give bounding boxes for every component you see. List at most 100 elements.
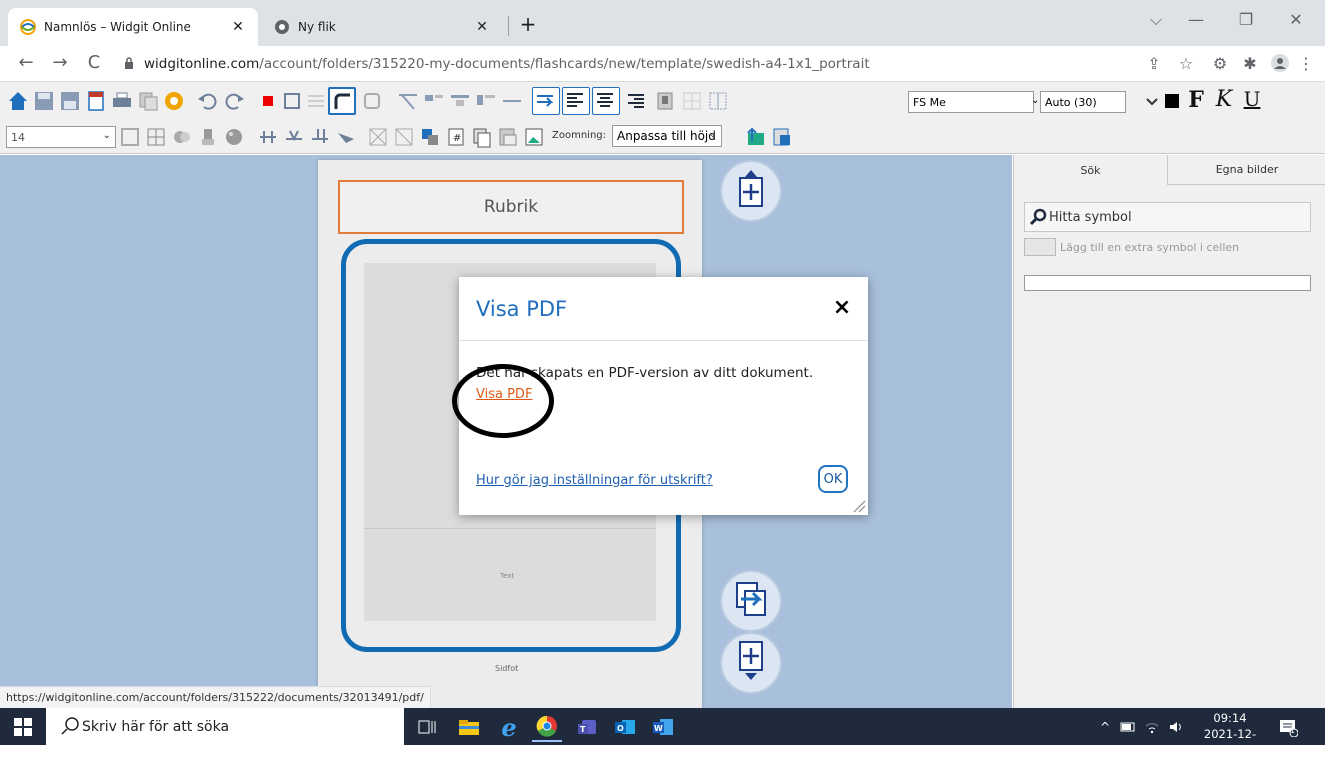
cross-cell-icon[interactable] — [366, 125, 390, 149]
tab-close-icon[interactable]: ✕ — [228, 19, 248, 35]
align-left-icon[interactable] — [562, 87, 590, 115]
print-help-link[interactable]: Hur gör jag inställningar för utskrift? — [476, 473, 713, 488]
redo-icon[interactable] — [222, 89, 246, 113]
table-icon[interactable] — [144, 125, 168, 149]
internet-explorer-icon[interactable]: e — [494, 712, 524, 742]
restore-button[interactable]: ❐ — [1226, 10, 1266, 29]
heading-cell[interactable]: Rubrik — [338, 180, 684, 234]
layout-icon-1[interactable] — [396, 89, 420, 113]
arrow-icon-1[interactable] — [282, 125, 306, 149]
task-view-icon[interactable] — [412, 712, 442, 742]
font-select[interactable]: FS Me — [908, 91, 1034, 113]
profile-icon[interactable] — [1268, 54, 1292, 76]
image-icon[interactable] — [522, 125, 546, 149]
taskbar-search-input[interactable]: Skriv här för att söka — [46, 708, 404, 745]
minimize-button[interactable]: — — [1176, 10, 1216, 29]
save-as-icon[interactable] — [58, 89, 82, 113]
word-icon[interactable]: W — [648, 712, 678, 742]
italic-button[interactable]: K — [1212, 87, 1236, 112]
tray-chevron-icon[interactable]: ^ — [1100, 708, 1110, 745]
tab-close-icon[interactable]: ✕ — [472, 19, 492, 35]
copy-doc-icon[interactable] — [470, 125, 494, 149]
duplicate-page-button[interactable] — [720, 570, 782, 632]
resize-grip-icon[interactable] — [850, 497, 866, 513]
add-page-above-button[interactable] — [720, 160, 782, 222]
symbol-set-icon[interactable] — [170, 125, 194, 149]
text-color-icon[interactable] — [1160, 89, 1184, 113]
home-icon[interactable] — [6, 89, 30, 113]
text-wrap-icon[interactable] — [532, 87, 560, 115]
teams-icon[interactable]: T — [572, 712, 602, 742]
symbol-options-icon[interactable] — [654, 89, 678, 113]
font-size-select[interactable]: ⌄ Auto (30) — [1031, 91, 1126, 113]
puzzle-icon[interactable]: ✱ — [1238, 54, 1262, 73]
layout-icon-2[interactable] — [422, 89, 446, 113]
symbol-icon-2[interactable] — [196, 125, 220, 149]
print-icon[interactable] — [110, 89, 134, 113]
paste-icon[interactable] — [496, 125, 520, 149]
add-extra-symbol[interactable]: Lägg till en extra symbol i cellen — [1024, 238, 1239, 256]
share-icon[interactable]: ⇪ — [1142, 54, 1166, 73]
number-icon[interactable]: # — [444, 125, 468, 149]
cell-spacing-icon[interactable] — [256, 125, 280, 149]
sort-icon[interactable] — [744, 125, 768, 149]
reload-icon[interactable]: C — [82, 52, 106, 73]
battery-icon[interactable] — [1120, 708, 1136, 745]
chrome-icon[interactable] — [532, 712, 562, 742]
grid-icon[interactable] — [680, 89, 704, 113]
back-icon[interactable]: ← — [14, 52, 38, 73]
underline-button[interactable]: U — [1240, 87, 1264, 111]
layout-icon-5[interactable] — [500, 89, 524, 113]
cell-grid-icon[interactable] — [706, 89, 730, 113]
page-footer[interactable]: Sidfot — [495, 664, 518, 673]
square-corner-icon[interactable] — [360, 89, 384, 113]
close-icon[interactable]: × — [830, 295, 854, 320]
extension-icon[interactable]: ⚙ — [1208, 54, 1232, 73]
star-icon[interactable]: ☆ — [1174, 54, 1198, 73]
save-icon[interactable] — [32, 89, 56, 113]
cross-cell-icon-2[interactable] — [392, 125, 416, 149]
zoom-select[interactable]: Anpassa till höjd ⌄ — [612, 125, 722, 147]
align-center-icon[interactable] — [592, 87, 620, 115]
tab-search[interactable]: Sök — [1014, 155, 1168, 185]
outlook-icon[interactable]: O — [610, 712, 640, 742]
forward-icon[interactable]: → — [48, 52, 72, 73]
arrow-icon-3[interactable] — [334, 125, 358, 149]
undo-icon[interactable] — [196, 89, 220, 113]
ok-button[interactable]: OK — [818, 465, 848, 493]
url-field[interactable]: widgitonline.com/account/folders/315220-… — [124, 53, 1124, 75]
volume-icon[interactable] — [1168, 708, 1186, 745]
tab-own-images[interactable]: Egna bilder — [1168, 155, 1325, 185]
copy-page-icon[interactable] — [136, 89, 160, 113]
windows-start-icon[interactable] — [0, 708, 46, 745]
tab-new[interactable]: Ny flik ✕ — [262, 8, 502, 46]
arrow-icon-2[interactable] — [308, 125, 332, 149]
symbol-search-input[interactable]: Hitta symbol — [1024, 202, 1311, 232]
clock[interactable]: 09:14 2021-12-02 — [1200, 710, 1260, 758]
menu-icon[interactable]: ⋮ — [1294, 54, 1318, 73]
tab-search-icon[interactable]: ⌵ — [1136, 10, 1176, 30]
export-icon[interactable] — [770, 125, 794, 149]
align-right-icon[interactable] — [624, 89, 648, 113]
size-select[interactable]: 14 ⌄ — [6, 126, 116, 148]
rounded-corner-icon[interactable] — [328, 87, 356, 115]
tab-widgit[interactable]: Namnlös – Widgit Online ✕ — [8, 8, 258, 46]
line-style-icon[interactable] — [304, 89, 328, 113]
file-explorer-icon[interactable] — [454, 712, 484, 742]
wifi-icon[interactable] — [1144, 708, 1160, 745]
pdf-icon[interactable] — [84, 89, 108, 113]
close-window-button[interactable]: ✕ — [1276, 10, 1316, 29]
settings-gear-icon[interactable] — [162, 89, 186, 113]
notification-icon[interactable]: 1 — [1278, 708, 1298, 745]
border-color-icon[interactable] — [280, 89, 304, 113]
palette-icon[interactable] — [222, 125, 246, 149]
frame-icon[interactable] — [118, 125, 142, 149]
layout-icon-4[interactable] — [474, 89, 498, 113]
cell-text[interactable]: Text — [500, 572, 514, 580]
fill-color-icon[interactable] — [256, 89, 280, 113]
add-page-below-button[interactable] — [720, 632, 782, 694]
layout-icon-3[interactable] — [448, 89, 472, 113]
new-tab-button[interactable]: + — [514, 12, 542, 36]
text-symbol-icon[interactable] — [418, 125, 442, 149]
bold-button[interactable]: F — [1184, 87, 1208, 113]
